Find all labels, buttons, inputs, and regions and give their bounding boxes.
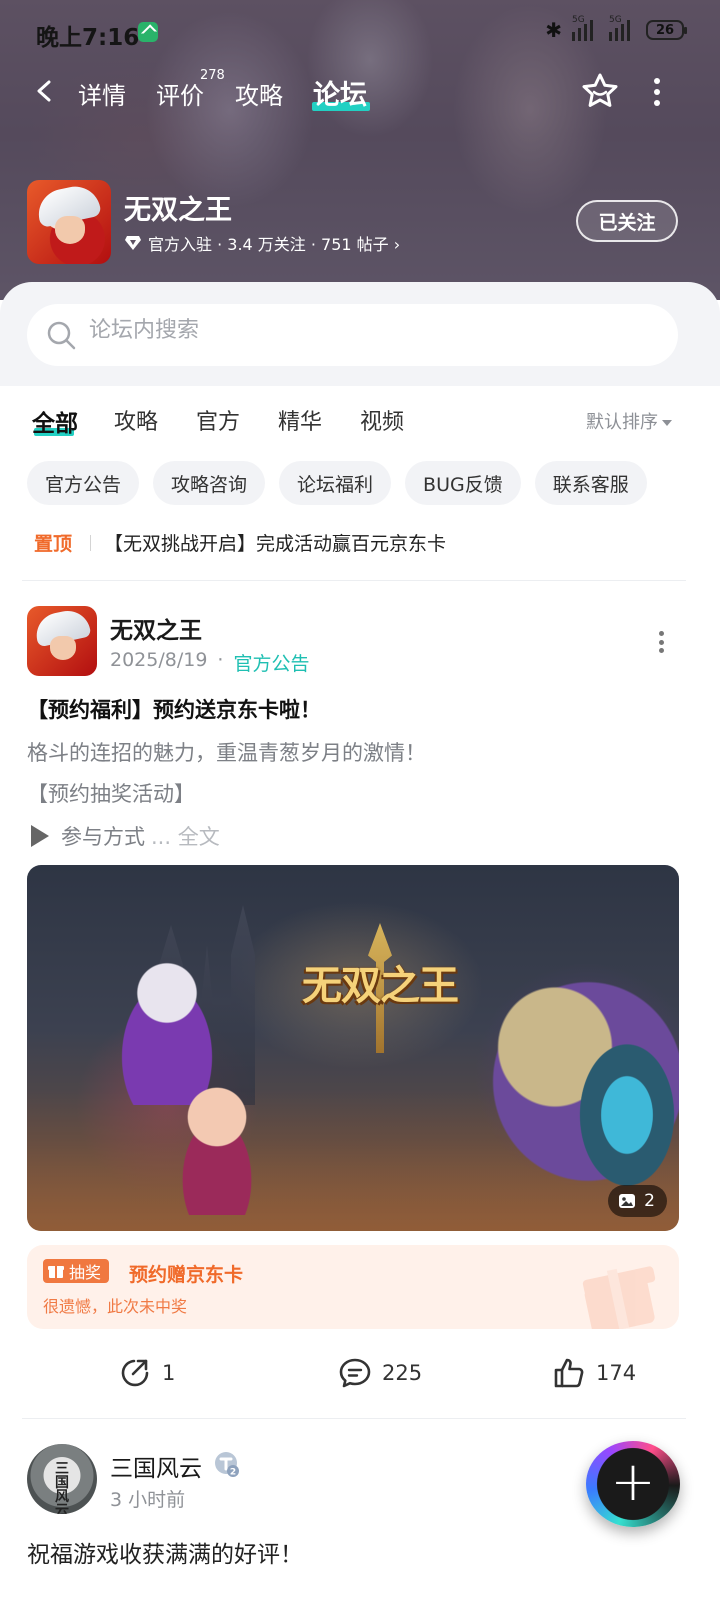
lottery-card[interactable]: 抽奖 预约赠京东卡 很遗憾，此次未中奖 <box>27 1245 679 1329</box>
post2-text[interactable]: 祝福游戏收获满满的好评！ <box>27 1535 303 1569</box>
read-more-link[interactable]: ... 全文 <box>151 821 220 851</box>
chip-official-announcement[interactable]: 官方公告 <box>27 461 140 505</box>
game-name: 无双之王 <box>124 195 232 226</box>
pinned-tag: 置顶 <box>34 533 73 555</box>
plus-icon: + <box>610 1450 656 1513</box>
search-panel <box>0 282 720 386</box>
search-box[interactable] <box>27 304 678 366</box>
post-image[interactable]: 无双之王 2 <box>27 865 679 1231</box>
official-diamond-icon <box>125 236 141 250</box>
bluetooth-icon: ✱ <box>545 18 562 42</box>
thumbs-up-icon <box>554 1358 584 1388</box>
battery-icon: 26 <box>646 20 687 40</box>
lottery-result: 很遗憾，此次未中奖 <box>43 1297 188 1316</box>
image-count: 2 <box>644 1191 655 1211</box>
follow-button[interactable]: 已关注 <box>576 200 678 242</box>
filter-tab-video[interactable]: 视频 <box>360 404 404 436</box>
game-meta-text: 官方入驻 · 3.4 万关注 · 751 帖子 › <box>148 235 401 254</box>
divider <box>22 1418 686 1419</box>
back-arrow-icon[interactable] <box>34 80 56 102</box>
tab-forum[interactable]: 论坛 <box>313 73 367 112</box>
filter-tab-guides[interactable]: 攻略 <box>114 404 158 436</box>
status-time: 晚上7:16 <box>36 25 140 51</box>
avatar-calligraphy: 三国风云 <box>55 1461 69 1514</box>
post-excerpt-line: 【预约抽奖活动】 <box>27 782 195 806</box>
share-count: 1 <box>162 1361 176 1385</box>
gift-icon <box>48 1266 64 1278</box>
post2-time: 3 小时前 <box>110 1489 186 1511</box>
like-count: 174 <box>596 1361 637 1385</box>
image-heroine-character <box>157 1075 277 1215</box>
network-type-label: 5G <box>572 15 585 25</box>
like-button[interactable]: 174 <box>552 1356 636 1390</box>
signal-icon: 5G <box>572 15 599 41</box>
gallery-icon <box>619 1194 636 1208</box>
tab-guides[interactable]: 攻略 <box>235 76 283 111</box>
search-input[interactable] <box>89 318 649 343</box>
post-excerpt-line: 参与方式 ... 全文 <box>27 821 220 851</box>
divider <box>22 580 686 581</box>
chip-guide-questions[interactable]: 攻略咨询 <box>153 461 266 505</box>
sort-label: 默认排序 <box>586 412 658 433</box>
signal-icon-2: 5G <box>609 15 636 41</box>
caret-down-icon <box>662 420 672 426</box>
post-date: 2025/8/19 <box>110 649 208 671</box>
lottery-badge: 抽奖 <box>43 1259 110 1283</box>
post-author-name[interactable]: 无双之王 <box>110 611 202 645</box>
create-post-button[interactable]: + <box>586 1441 680 1527</box>
more-options-icon[interactable] <box>652 78 662 106</box>
filter-tab-official[interactable]: 官方 <box>196 404 240 436</box>
share-button[interactable]: 1 <box>118 1356 175 1390</box>
game-header: 无双之王 官方入驻 · 3.4 万关注 · 751 帖子 › 已关注 <box>0 180 720 264</box>
image-robot-character <box>567 1025 679 1205</box>
chip-forum-perks[interactable]: 论坛福利 <box>279 461 392 505</box>
post2-author-avatar[interactable]: 三国风云 <box>27 1444 97 1514</box>
comment-button[interactable]: 225 <box>338 1356 422 1390</box>
favorite-star-icon[interactable] <box>581 72 619 110</box>
chip-customer-service[interactable]: 联系客服 <box>534 461 647 505</box>
play-triangle-icon <box>31 825 49 847</box>
post-meta: 2025/8/19 · 官方公告 <box>110 649 309 676</box>
game-meta[interactable]: 官方入驻 · 3.4 万关注 · 751 帖子 › <box>124 231 400 255</box>
chip-bug-report[interactable]: BUG反馈 <box>405 461 521 505</box>
filter-tab-all[interactable]: 全部 <box>32 404 78 438</box>
pinned-title: 【无双挑战开启】完成活动赢百元京东卡 <box>104 533 447 555</box>
pinned-divider <box>90 534 92 551</box>
game-hero-banner: 晚上7:16 ✱ 5G 5G 26 详情 评价 278 攻略 论坛 无双之王 官… <box>0 0 720 300</box>
tab-reviews[interactable]: 评价 <box>156 76 204 111</box>
level-badge-number: 2 <box>230 1468 236 1478</box>
lottery-badge-label: 抽奖 <box>69 1263 102 1282</box>
wechat-notification-icon <box>138 22 158 42</box>
top-navigation: 详情 评价 278 攻略 论坛 <box>0 64 720 120</box>
post-meta-separator: · <box>217 649 224 671</box>
post-excerpt-text: 参与方式 <box>61 825 145 849</box>
pinned-post[interactable]: 置顶 【无双挑战开启】完成活动赢百元京东卡 <box>34 529 446 556</box>
gift-watermark-icon <box>582 1266 656 1329</box>
game-logo[interactable] <box>27 180 111 264</box>
post-category[interactable]: 官方公告 <box>233 649 309 676</box>
image-count-badge: 2 <box>608 1185 667 1217</box>
post-author-avatar[interactable] <box>27 606 97 676</box>
network-type-label-2: 5G <box>609 15 622 25</box>
image-game-logo-text: 无双之王 <box>302 962 459 1009</box>
level-badge-icon: 2 <box>215 1452 239 1478</box>
filter-tabs: 全部 攻略 官方 精华 视频 默认排序 <box>0 400 720 446</box>
status-icons: ✱ 5G 5G 26 <box>545 15 687 42</box>
share-icon <box>121 1359 149 1387</box>
post-more-icon[interactable] <box>657 631 665 653</box>
search-icon <box>47 321 76 350</box>
status-bar: 晚上7:16 ✱ 5G 5G 26 <box>0 14 720 54</box>
filter-tab-featured[interactable]: 精华 <box>278 404 322 436</box>
tab-details[interactable]: 详情 <box>78 76 126 111</box>
post-actions: 1 225 174 <box>0 1352 720 1398</box>
topic-chips: 官方公告 攻略咨询 论坛福利 BUG反馈 联系客服 <box>27 461 647 505</box>
post2-author-name[interactable]: 三国风云 <box>110 1449 202 1483</box>
comment-icon <box>339 1358 371 1388</box>
post-title[interactable]: 【预约福利】预约送京东卡啦！ <box>27 694 321 724</box>
post-excerpt-line: 格斗的连招的魅力，重温青葱岁月的激情！ <box>27 741 426 765</box>
reviews-count-badge: 278 <box>200 68 225 83</box>
sort-dropdown[interactable]: 默认排序 <box>586 408 672 434</box>
lottery-title: 预约赠京东卡 <box>129 1264 244 1286</box>
comment-count: 225 <box>382 1361 423 1385</box>
